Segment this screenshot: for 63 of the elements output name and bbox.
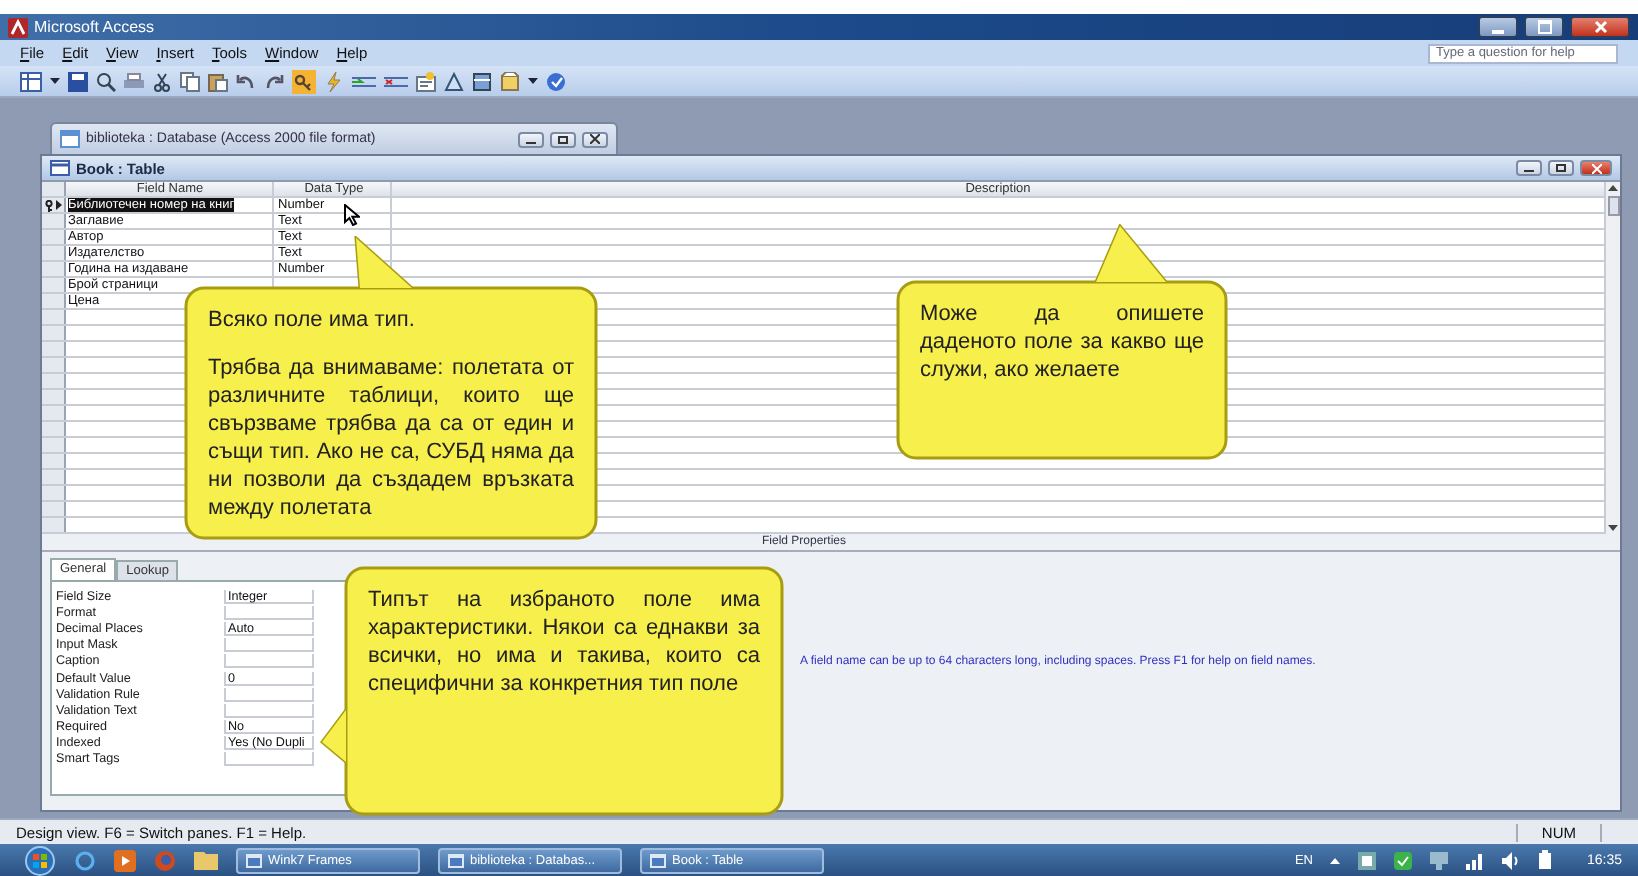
property-value-field[interactable] xyxy=(224,654,314,669)
shield-icon[interactable] xyxy=(1394,851,1413,869)
minimize-button[interactable] xyxy=(1478,16,1518,38)
close-icon xyxy=(1591,163,1601,173)
restore-button[interactable] xyxy=(550,131,576,147)
restore-button[interactable] xyxy=(1548,160,1574,176)
monitor-icon[interactable] xyxy=(1430,851,1449,869)
property-value-field[interactable] xyxy=(224,638,314,653)
property-value-field[interactable] xyxy=(224,687,314,702)
close-button[interactable] xyxy=(1570,16,1630,38)
key-icon xyxy=(44,199,54,211)
app-logo-icon xyxy=(8,17,28,37)
search-icon[interactable] xyxy=(96,71,116,91)
close-icon xyxy=(1593,20,1607,34)
callout-text: Типът на избраното поле има характеристики. Някои са еднакви за всички, но има и такива, които са специфични за конкретния тип поле xyxy=(368,586,760,698)
media-player-icon[interactable] xyxy=(114,849,136,871)
scroll-up-icon[interactable] xyxy=(1608,184,1618,192)
delete-rows-icon[interactable] xyxy=(384,71,408,91)
window-icon xyxy=(448,853,464,867)
close-button[interactable] xyxy=(1580,160,1612,176)
caret-icon[interactable] xyxy=(1330,856,1341,864)
minimize-button[interactable] xyxy=(1516,160,1542,176)
window-title: Microsoft Access xyxy=(34,18,155,36)
callout-text: Трябва да внимаваме: полетата от различните таблици, които ще свързваме трябва да са от един и същи тип. Ако не са, СУБД няма да ни позволи да създадем връзката между полетата xyxy=(208,354,574,522)
undo-icon[interactable] xyxy=(236,71,256,91)
paste-icon[interactable] xyxy=(208,71,228,91)
property-value-field[interactable] xyxy=(224,703,314,718)
callout-text: Може да опишете даденото поле за какво ще служи, ако желаете xyxy=(920,300,1204,384)
window-icon xyxy=(650,853,666,867)
current-row-icon xyxy=(56,200,62,210)
new-object-icon[interactable] xyxy=(500,71,520,91)
window-icon xyxy=(246,853,262,867)
speaker-icon[interactable] xyxy=(1502,851,1521,869)
print-icon[interactable] xyxy=(124,71,144,91)
vertical-scrollbar[interactable] xyxy=(1604,182,1620,534)
scissors-icon[interactable] xyxy=(152,71,172,91)
lightning-icon[interactable] xyxy=(324,71,344,91)
callout-text: Всяко поле има тип. xyxy=(208,306,417,334)
maximize-button[interactable] xyxy=(1524,16,1564,38)
folder-icon[interactable] xyxy=(194,850,218,870)
caret-icon[interactable] xyxy=(528,77,538,85)
insert-rows-icon[interactable] xyxy=(352,71,376,91)
view-icon[interactable] xyxy=(20,71,42,91)
battery-icon[interactable] xyxy=(1538,850,1553,870)
close-icon xyxy=(590,134,600,144)
signal-icon[interactable] xyxy=(1466,851,1485,869)
scroll-down-icon[interactable] xyxy=(1608,524,1618,532)
scroll-thumb[interactable] xyxy=(1607,196,1619,216)
copy-icon[interactable] xyxy=(180,71,200,91)
property-value-field[interactable] xyxy=(224,752,314,767)
redo-icon[interactable] xyxy=(264,71,284,91)
row-selector[interactable] xyxy=(42,198,66,212)
table-icon xyxy=(50,160,70,176)
help-icon[interactable] xyxy=(546,71,566,91)
save-icon[interactable] xyxy=(68,71,88,91)
property-value-field[interactable] xyxy=(224,605,314,620)
cursor-icon xyxy=(344,204,360,226)
minimize-button[interactable] xyxy=(518,131,544,147)
properties-icon[interactable] xyxy=(416,71,436,91)
key-icon[interactable] xyxy=(292,69,316,93)
close-button[interactable] xyxy=(582,131,608,147)
caret-icon[interactable] xyxy=(50,77,60,85)
start-orb-icon[interactable] xyxy=(24,845,56,875)
